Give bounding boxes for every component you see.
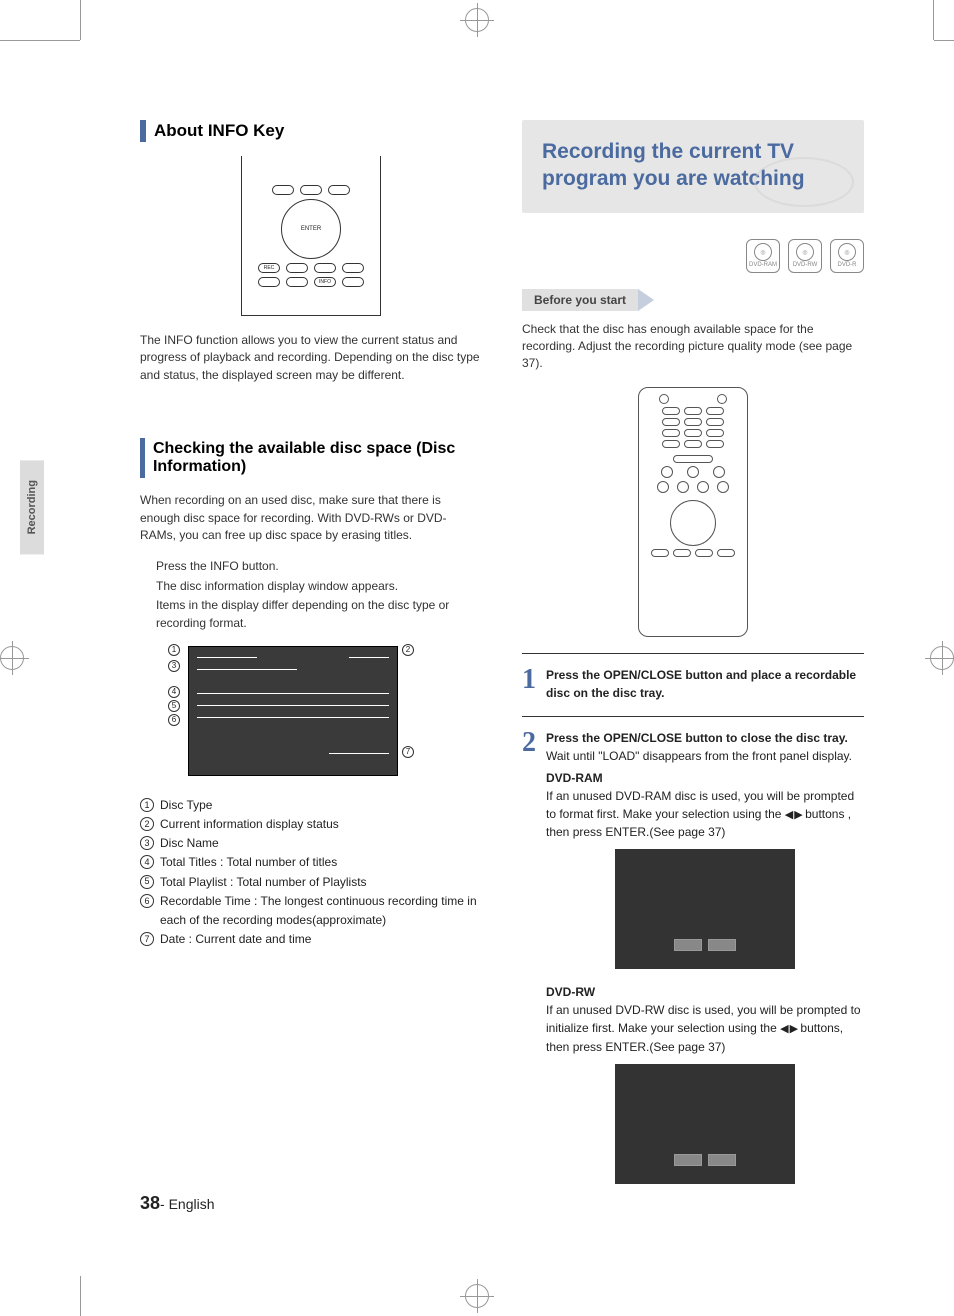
dvd-ram-instruction: If an unused DVD-RAM disc is used, you w…	[546, 787, 864, 842]
legend-item: 2Current information display status	[140, 815, 482, 834]
info-description: The INFO function allows you to view the…	[140, 332, 482, 384]
left-right-arrow-icon: ◀ ▶	[785, 807, 802, 824]
step-2: 2 Press the OPEN/CLOSE button to close t…	[522, 729, 864, 1198]
dvd-ram-icon: ◎DVD-RAM	[746, 239, 780, 273]
remote-full-diagram-icon	[638, 387, 748, 637]
dvd-rw-instruction: If an unused DVD-RW disc is used, you wi…	[546, 1001, 864, 1056]
window-appears-text: The disc information display window appe…	[156, 578, 482, 595]
arrow-right-icon	[638, 289, 654, 311]
legend-item: 3Disc Name	[140, 834, 482, 853]
press-info-instruction: Press the INFO button.	[156, 558, 482, 575]
disc-info-diagram: 1 3 4 5 6 2 7	[170, 646, 410, 776]
legend-item: 5Total Playlist : Total number of Playli…	[140, 873, 482, 892]
checking-description: When recording on an used disc, make sur…	[140, 492, 482, 544]
legend-item: 4Total Titles : Total number of titles	[140, 853, 482, 872]
step-1: 1 Press the OPEN/CLOSE button and place …	[522, 666, 864, 702]
step-number: 1	[522, 666, 536, 702]
format-dialog-screenshot	[615, 849, 795, 969]
step-number: 2	[522, 729, 536, 1198]
legend-item: 7Date : Current date and time	[140, 930, 482, 949]
left-right-arrow-icon: ◀ ▶	[780, 1021, 797, 1038]
dvd-r-icon: ◎DVD-R	[830, 239, 864, 273]
heading-text: Checking the available disc space (Disc …	[153, 440, 482, 476]
before-start-text: Check that the disc has enough available…	[522, 321, 864, 373]
registration-mark-icon	[465, 1284, 489, 1308]
remote-diagram-icon: ENTER REC INFO	[241, 156, 381, 316]
legend-item: 1Disc Type	[140, 796, 482, 815]
before-start-banner: Before you start	[522, 289, 864, 311]
items-differ-text: Items in the display differ depending on…	[156, 597, 482, 632]
legend-list: 1Disc Type 2Current information display …	[140, 796, 482, 950]
heading-checking-space: Checking the available disc space (Disc …	[140, 438, 482, 478]
disc-type-icons: ◎DVD-RAM ◎DVD-RW ◎DVD-R	[522, 239, 864, 273]
banner-recording-tv: Recording the current TV program you are…	[522, 120, 864, 213]
page-number: 38- English	[140, 1193, 215, 1214]
initialize-dialog-screenshot	[615, 1064, 795, 1184]
dvd-rw-icon: ◎DVD-RW	[788, 239, 822, 273]
legend-item: 6Recordable Time : The longest continuou…	[140, 892, 482, 930]
heading-text: About INFO Key	[154, 121, 284, 141]
heading-about-info: About INFO Key	[140, 120, 482, 142]
